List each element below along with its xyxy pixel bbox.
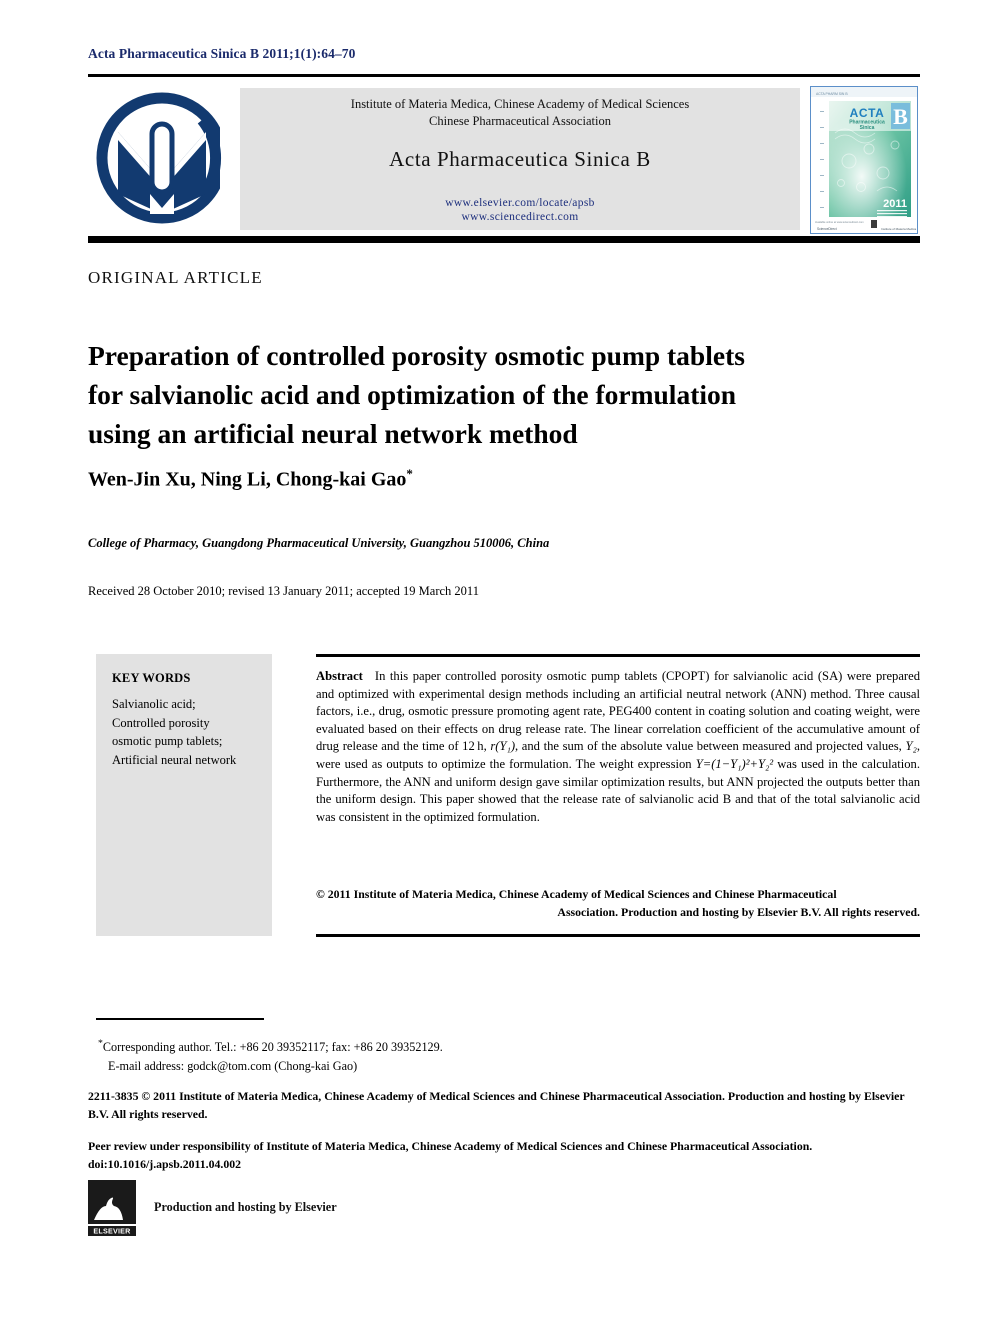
svg-text:B: B [893,104,908,129]
article-page: Acta Pharmaceutica Sinica B 2011;1(1):64… [0,0,992,1323]
header-rule-bottom [88,236,920,243]
corresponding-author-marker: * [406,466,413,481]
svg-text:2011: 2011 [883,198,907,210]
svg-text:Available online at www.scienc: Available online at www.sciencedirect.co… [815,220,864,224]
list-item: Controlled porosity [112,715,210,730]
title-line-1: Preparation of controlled porosity osmot… [88,340,745,372]
list-item: Salvianolic acid; [112,697,196,711]
abstract-math-1: r(Y₁) [490,739,516,754]
footnote-rule [96,1018,264,1020]
corresponding-email[interactable]: E-mail address: godck@tom.com (Chong-kai… [98,1057,443,1076]
imm-cams-logo-icon [94,86,238,230]
running-head: Acta Pharmaceutica Sinica B 2011;1(1):64… [88,46,356,61]
author-names: Wen-Jin Xu, Ning Li, Chong-kai Gao [88,468,407,491]
article-type-label: ORIGINAL ARTICLE [88,268,263,287]
svg-text:Institute of Materia Medica: Institute of Materia Medica [881,227,917,231]
svg-text:ELSEVIER: ELSEVIER [93,1227,131,1236]
abstract-text: Abstract In this paper controlled porosit… [316,668,920,826]
society-line-2: Chinese Pharmaceutical Association [429,114,611,128]
svg-text:ACTA: ACTA [850,106,885,120]
elsevier-hosting-caption: Production and hosting by Elsevier [154,1200,337,1214]
link-elsevier[interactable]: www.elsevier.com/locate/apsb [240,196,800,210]
abstract-math-3: Y=(1−Y₁)²+Y₂² [695,756,774,771]
footnote-issn-copyright: 2211-3835 © 2011 Institute of Materia Me… [88,1089,905,1121]
journal-links: www.elsevier.com/locate/apsb www.science… [240,196,800,224]
journal-cover-thumbnail: ACTA PHARM SIN B ACTA Pharmaceutica Sini… [810,86,918,234]
abstract-rule-top [316,654,920,657]
svg-text:ScienceDirect: ScienceDirect [817,227,837,231]
abstract-copyright: © 2011 Institute of Materia Medica, Chin… [316,886,920,921]
corresponding-text: Corresponding author. Tel.: +86 20 39352… [102,1040,443,1055]
title-line-3: using an artificial neural network metho… [88,418,578,450]
society-line-1: Institute of Materia Medica, Chinese Aca… [350,97,690,111]
keywords-heading: KEY WORDS [112,671,191,685]
header-rule-top [88,74,920,77]
peer-review-text: Peer review under responsibility of Inst… [88,1139,813,1153]
affiliation: College of Pharmacy, Guangdong Pharmaceu… [88,536,550,550]
keywords-list: Salvianolic acid; Controlled porosity os… [112,695,262,769]
society-lines: Institute of Materia Medica, Chinese Aca… [240,88,800,130]
masthead-center-panel: Institute of Materia Medica, Chinese Aca… [240,88,800,230]
journal-masthead: Institute of Materia Medica, Chinese Aca… [88,84,920,234]
journal-title: Acta Pharmaceutica Sinica B [389,147,651,171]
article-history: Received 28 October 2010; revised 13 Jan… [88,584,479,598]
abstract-label: Abstract [316,669,363,683]
page-title: Preparation of controlled porosity osmot… [88,336,888,453]
abstract-rule-bottom [316,934,920,937]
footnote-corresponding-author: *Corresponding author. Tel.: +86 20 3935… [98,1034,443,1076]
footnote-peer-review: Peer review under responsibility of Inst… [88,1138,922,1173]
abstract-math-2: Y₂ [905,739,917,754]
copyright-line-1: © 2011 Institute of Materia Medica, Chin… [316,887,837,901]
elsevier-hosting-block: ELSEVIER Production and hosting by Elsev… [88,1180,488,1242]
link-sciencedirect[interactable]: www.sciencedirect.com [240,210,800,224]
svg-text:Sinica: Sinica [860,125,875,131]
title-line-2: for salvianolic acid and optimization of… [88,379,737,411]
list-item: osmotic pump tablets; [112,734,223,748]
copyright-line-2: Association. Production and hosting by E… [557,904,920,919]
svg-text:ACTA PHARM SIN B: ACTA PHARM SIN B [816,92,848,96]
list-item: Artificial neural network [112,752,237,767]
abstract-part-2: , and the sum of the absolute value betw… [515,739,906,754]
author-list: Wen-Jin Xu, Ning Li, Chong-kai Gao* [88,466,413,492]
elsevier-logo-icon: ELSEVIER [88,1180,136,1236]
doi-text[interactable]: doi:10.1016/j.apsb.2011.04.002 [88,1157,241,1171]
